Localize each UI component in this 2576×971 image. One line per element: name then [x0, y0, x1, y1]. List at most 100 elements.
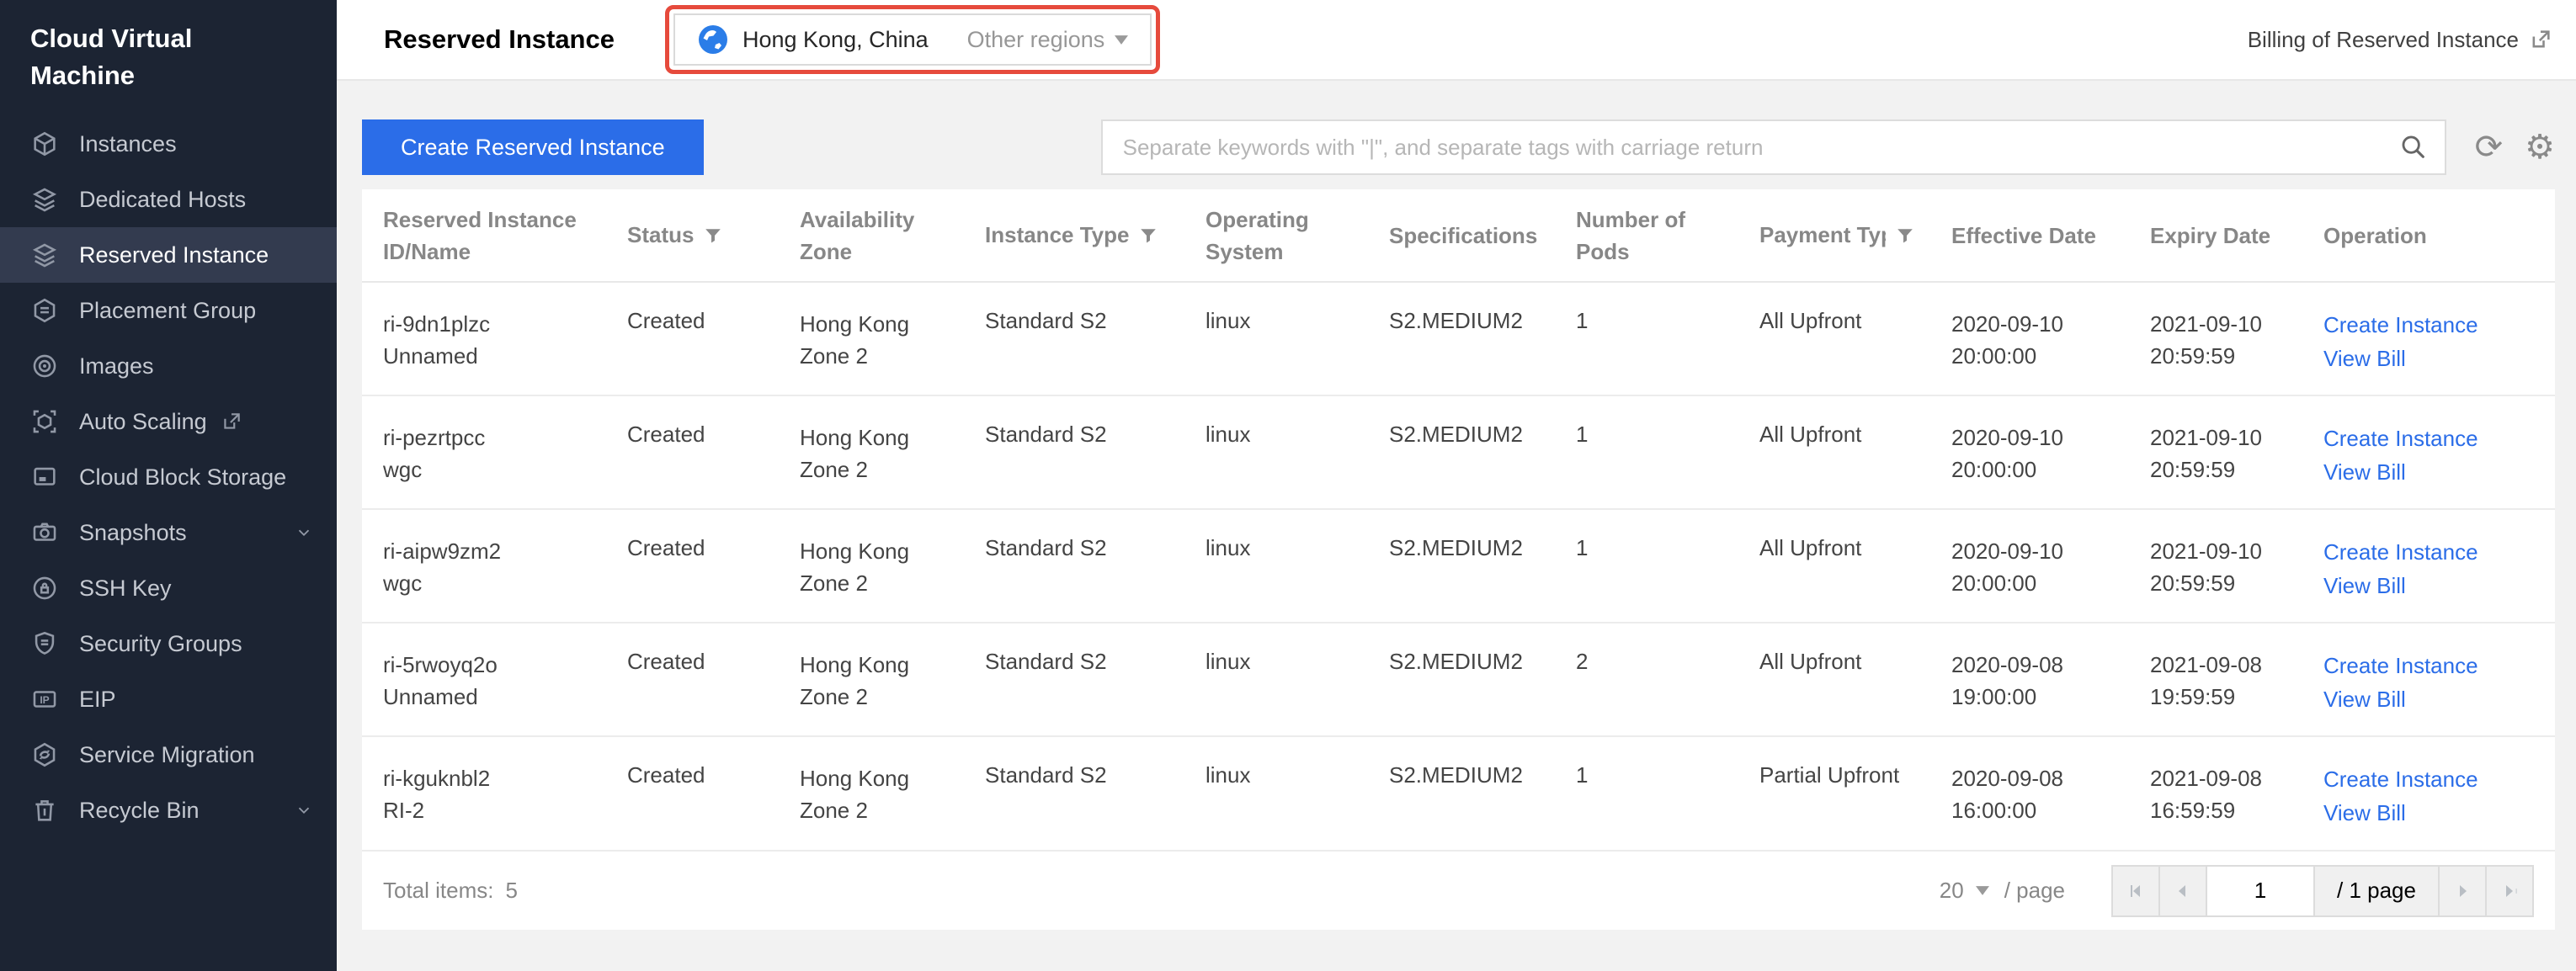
expiry-time: 16:59:59	[2150, 794, 2310, 826]
next-page-icon	[2452, 881, 2472, 901]
os-cell: linux	[1206, 282, 1389, 395]
create-instance-link[interactable]: Create Instance	[2323, 535, 2541, 569]
create-instance-link[interactable]: Create Instance	[2323, 422, 2541, 455]
sidebar-item-label: SSH Key	[79, 573, 172, 603]
ssh-key-icon	[30, 574, 59, 602]
table-row: ri-9dn1plzcUnnamed Created Hong Kong Zon…	[362, 282, 2555, 395]
view-bill-link[interactable]: View Bill	[2323, 455, 2541, 489]
create-instance-link[interactable]: Create Instance	[2323, 308, 2541, 342]
az-cell: Hong Kong Zone 2	[800, 422, 934, 486]
toolbar: Create Reserved Instance ⟳ ⚙	[362, 119, 2555, 175]
expiry-date: 2021-09-08	[2150, 649, 2310, 681]
filter-icon[interactable]	[1139, 226, 1158, 245]
effective-date: 2020-09-08	[1951, 649, 2137, 681]
page-title: Reserved Instance	[384, 24, 615, 55]
chevron-down-icon	[295, 523, 313, 542]
search-icon[interactable]	[2399, 133, 2428, 162]
current-page-input[interactable]: 1	[2206, 865, 2315, 917]
region-selector[interactable]: Hong Kong, China Other regions	[673, 13, 1152, 66]
reserved-instance-icon	[30, 241, 59, 269]
az-cell: Hong Kong Zone 2	[800, 308, 934, 372]
images-icon	[30, 352, 59, 380]
other-regions-label: Other regions	[967, 27, 1105, 53]
effective-date: 2020-09-10	[1951, 308, 2137, 340]
sidebar-item-service-migration[interactable]: Service Migration	[0, 727, 337, 783]
region-name: Hong Kong, China	[742, 27, 929, 53]
sidebar-item-cloud-block-storage[interactable]: Cloud Block Storage	[0, 449, 337, 505]
spec-cell: S2.MEDIUM2	[1389, 509, 1576, 623]
placement-group-icon	[30, 296, 59, 325]
next-page-button[interactable]	[2438, 865, 2487, 917]
expiry-time: 20:59:59	[2150, 567, 2310, 599]
sidebar-item-snapshots[interactable]: Snapshots	[0, 505, 337, 560]
spec-cell: S2.MEDIUM2	[1389, 623, 1576, 736]
expiry-time: 20:59:59	[2150, 454, 2310, 486]
ri-name: RI-2	[383, 794, 614, 826]
status-cell: Created	[627, 736, 800, 850]
other-regions-dropdown[interactable]: Other regions	[967, 27, 1129, 53]
pods-cell: 1	[1576, 509, 1759, 623]
sidebar-item-auto-scaling[interactable]: Auto Scaling	[0, 394, 337, 449]
refresh-icon[interactable]: ⟳	[2475, 130, 2504, 164]
sidebar-item-reserved-instance[interactable]: Reserved Instance	[0, 227, 337, 283]
main-area: Reserved Instance Hong Kong, China Other…	[337, 0, 2576, 971]
sidebar-item-label: Security Groups	[79, 629, 242, 659]
page-size-select[interactable]: 20 / page	[1940, 878, 2065, 904]
payment-cell: All Upfront	[1759, 395, 1951, 509]
snapshots-icon	[30, 518, 59, 547]
caret-down-icon	[1976, 886, 1989, 895]
effective-time: 20:00:00	[1951, 454, 2137, 486]
payment-cell: All Upfront	[1759, 623, 1951, 736]
column-number-of-pods: Number of Pods	[1576, 204, 1702, 268]
filter-icon[interactable]	[704, 226, 722, 245]
billing-link[interactable]: Billing of Reserved Instance	[2248, 27, 2552, 53]
spec-cell: S2.MEDIUM2	[1389, 282, 1576, 395]
view-bill-link[interactable]: View Bill	[2323, 682, 2541, 716]
payment-cell: Partial Upfront	[1759, 736, 1951, 850]
settings-icon[interactable]: ⚙	[2525, 130, 2555, 164]
view-bill-link[interactable]: View Bill	[2323, 569, 2541, 602]
sidebar: Cloud Virtual Machine Instances Dedicate…	[0, 0, 337, 971]
create-instance-link[interactable]: Create Instance	[2323, 762, 2541, 796]
external-link-icon	[2529, 28, 2552, 51]
expiry-date: 2021-09-10	[2150, 535, 2310, 567]
sidebar-item-security-groups[interactable]: Security Groups	[0, 616, 337, 671]
ri-id: ri-kguknbl2	[383, 762, 614, 794]
status-cell: Created	[627, 395, 800, 509]
table-footer: Total items: 5 20 / page 1 / 1 page	[362, 850, 2555, 930]
prev-page-button[interactable]	[2158, 865, 2207, 917]
pods-cell: 1	[1576, 395, 1759, 509]
view-bill-link[interactable]: View Bill	[2323, 796, 2541, 830]
sidebar-item-images[interactable]: Images	[0, 338, 337, 394]
az-cell: Hong Kong Zone 2	[800, 762, 934, 826]
column-status: Status	[627, 222, 694, 248]
sidebar-item-recycle-bin[interactable]: Recycle Bin	[0, 783, 337, 838]
column-id-name: Reserved Instance ID/Name	[383, 204, 593, 268]
create-reserved-instance-button[interactable]: Create Reserved Instance	[362, 119, 704, 175]
column-availability-zone: Availability Zone	[800, 204, 934, 268]
search-input[interactable]	[1123, 122, 2399, 172]
os-cell: linux	[1206, 509, 1389, 623]
sidebar-item-eip[interactable]: IP EIP	[0, 671, 337, 727]
sidebar-item-ssh-key[interactable]: SSH Key	[0, 560, 337, 616]
pods-cell: 1	[1576, 736, 1759, 850]
sidebar-item-label: Reserved Instance	[79, 240, 269, 270]
create-instance-link[interactable]: Create Instance	[2323, 649, 2541, 682]
ri-id: ri-9dn1plzc	[383, 308, 614, 340]
status-cell: Created	[627, 282, 800, 395]
sidebar-title: Cloud Virtual Machine	[0, 0, 278, 104]
last-page-button[interactable]	[2485, 865, 2534, 917]
ri-name: wgc	[383, 567, 614, 599]
page-size-value: 20	[1940, 878, 1964, 904]
view-bill-link[interactable]: View Bill	[2323, 342, 2541, 375]
sidebar-item-dedicated-hosts[interactable]: Dedicated Hosts	[0, 172, 337, 227]
sidebar-item-placement-group[interactable]: Placement Group	[0, 283, 337, 338]
table-row: ri-kguknbl2RI-2 Created Hong Kong Zone 2…	[362, 736, 2555, 850]
payment-cell: All Upfront	[1759, 509, 1951, 623]
pagination: 20 / page 1 / 1 page	[1940, 865, 2534, 917]
first-page-button[interactable]	[2111, 865, 2160, 917]
filter-icon[interactable]	[1896, 226, 1914, 245]
table-header-row: Reserved Instance ID/Name Status Availab…	[362, 189, 2555, 282]
effective-time: 20:00:00	[1951, 340, 2137, 372]
sidebar-item-instances[interactable]: Instances	[0, 116, 337, 172]
